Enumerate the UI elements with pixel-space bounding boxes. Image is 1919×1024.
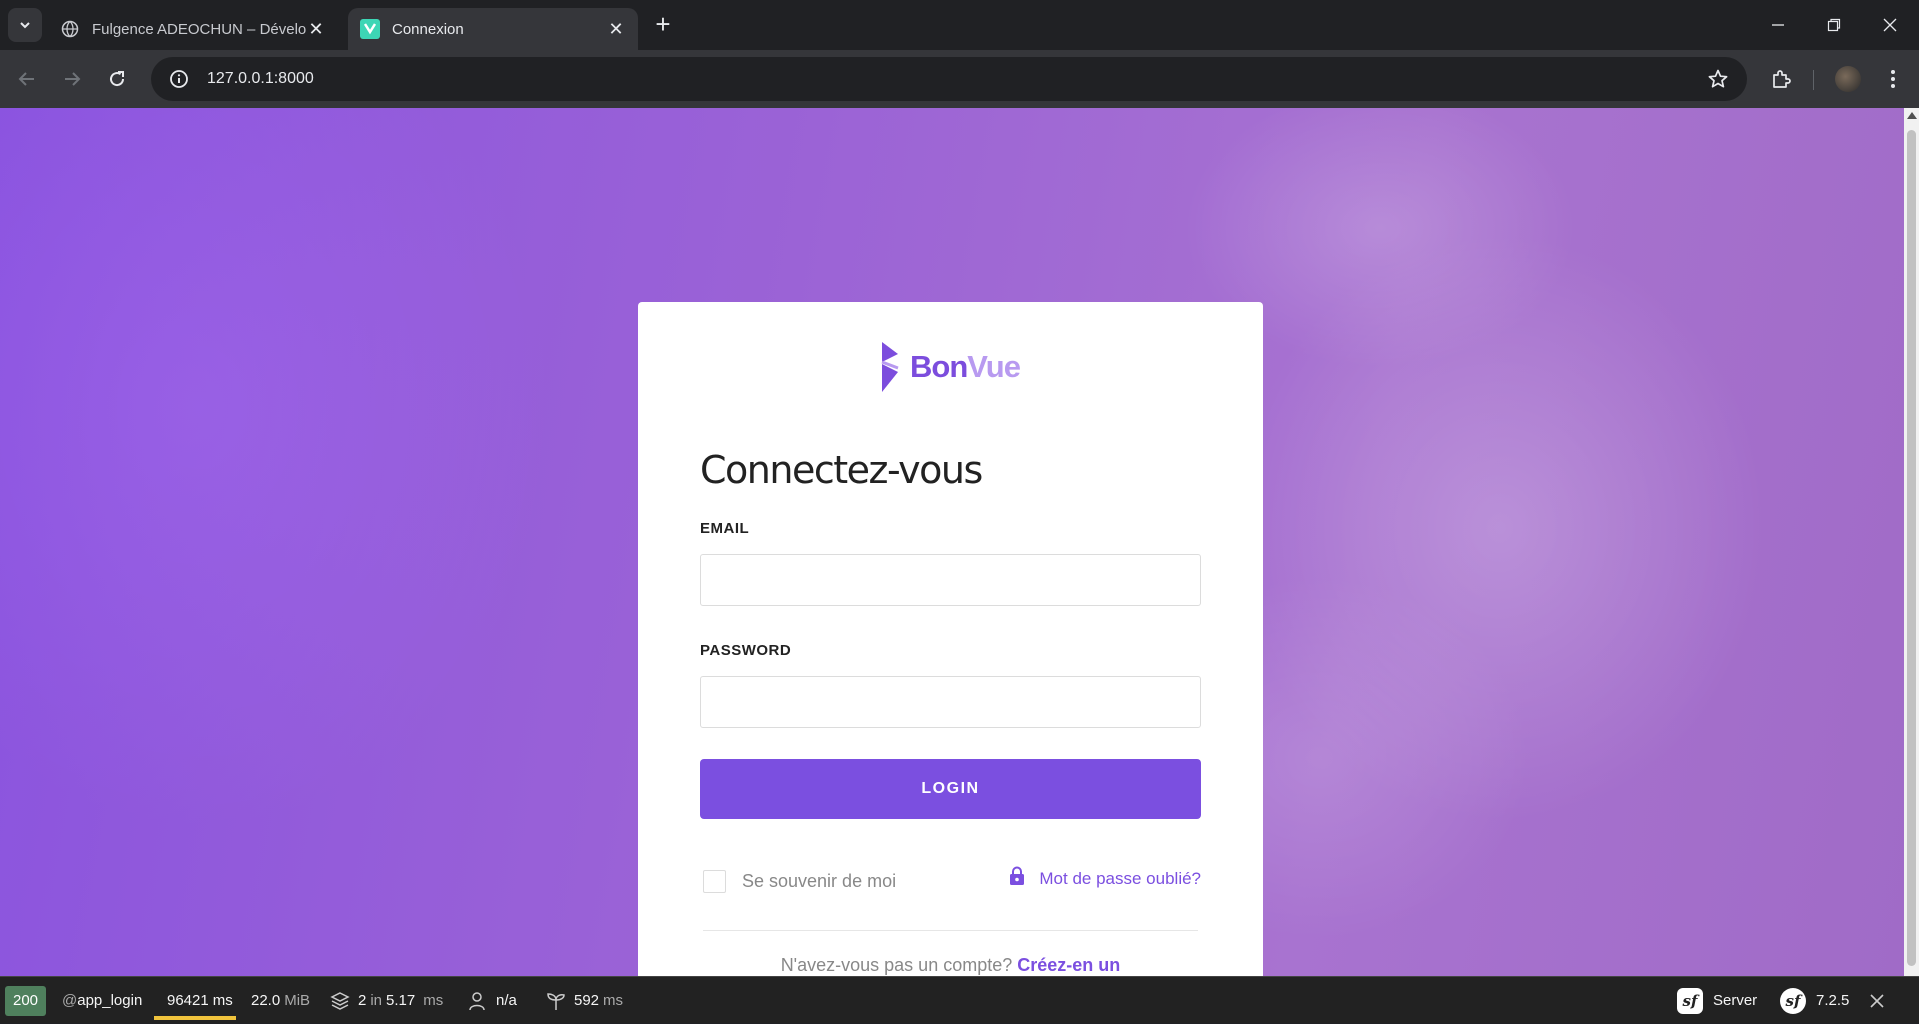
sprout-icon — [547, 992, 565, 1010]
server-label: Server — [1713, 992, 1758, 1009]
close-window-button[interactable] — [1862, 0, 1918, 50]
server-panel[interactable]: sf Server — [1677, 977, 1757, 1024]
user-icon — [469, 991, 485, 1010]
route-name: app_login — [77, 992, 143, 1009]
page-title: Connectez-vous — [700, 448, 983, 492]
close-tab-icon[interactable]: ✕ — [606, 19, 626, 39]
forgot-password-link[interactable]: Mot de passe oublié? — [1009, 866, 1201, 891]
signup-prompt-text: N'avez-vous pas un compte? — [780, 955, 1013, 975]
ajax-panel[interactable]: 592 ms — [546, 977, 623, 1024]
avatar — [1835, 66, 1861, 92]
divider — [703, 930, 1198, 931]
extensions-button[interactable] — [1765, 63, 1797, 95]
ajax-value: 592 — [574, 992, 600, 1009]
scrollbar-thumb[interactable] — [1907, 130, 1916, 966]
time-value: 96421 — [167, 992, 209, 1009]
reload-icon — [110, 71, 125, 87]
tab-strip: Fulgence ADEOCHUN – Dévelo ✕ Connexion ✕… — [0, 0, 1919, 50]
globe-icon — [60, 19, 80, 39]
forgot-password-text[interactable]: Mot de passe oublié? — [1039, 869, 1201, 889]
signup-link[interactable]: Créez-en un — [1017, 955, 1120, 975]
bonvue-favicon-icon — [360, 19, 380, 39]
page-background: BonVue Connectez-vous EMAIL PASSWORD LOG… — [0, 108, 1904, 976]
symfony-round-logo-icon: sf — [1780, 987, 1806, 1014]
password-label: PASSWORD — [700, 642, 792, 659]
new-tab-button[interactable]: + — [650, 11, 676, 38]
symfony-version: 7.2.5 — [1816, 992, 1850, 1009]
tab-title: Fulgence ADEOCHUN – Dévelo — [92, 20, 306, 38]
toolbar-separator — [1813, 70, 1814, 90]
tab-search-button[interactable] — [8, 8, 42, 42]
page-scrollbar[interactable] — [1904, 108, 1919, 976]
address-bar[interactable]: 127.0.0.1:8000 — [151, 57, 1747, 101]
twig-in: in — [370, 992, 383, 1009]
remember-me-checkbox[interactable] — [703, 870, 726, 893]
arrow-left-icon — [18, 72, 34, 86]
time-indicator-bar — [154, 1016, 236, 1020]
back-button[interactable] — [11, 63, 43, 95]
scroll-up-arrow-icon[interactable] — [1907, 112, 1917, 119]
forward-button[interactable] — [56, 63, 88, 95]
reload-button[interactable] — [101, 63, 133, 95]
login-button[interactable]: LOGIN — [700, 759, 1201, 819]
status-panel[interactable]: 200 — [5, 977, 47, 1024]
tab-connexion[interactable]: Connexion ✕ — [348, 8, 638, 50]
user-value: n/a — [496, 992, 517, 1009]
chevron-down-icon — [20, 22, 30, 29]
ajax-unit: ms — [603, 992, 624, 1009]
symfony-version-panel[interactable]: sf 7.2.5 — [1780, 977, 1849, 1024]
browser-menu-button[interactable] — [1877, 63, 1909, 95]
memory-value: 22.0 — [251, 992, 281, 1009]
restore-icon — [1827, 18, 1841, 32]
more-vertical-icon — [1891, 70, 1895, 88]
close-tab-icon[interactable]: ✕ — [306, 19, 326, 39]
twig-count: 2 — [358, 992, 367, 1009]
email-label: EMAIL — [700, 520, 750, 537]
route-panel[interactable]: @ app_login — [62, 977, 142, 1024]
lock-icon — [1009, 866, 1025, 891]
bookmark-star-icon[interactable] — [1707, 68, 1729, 95]
time-unit: ms — [212, 992, 233, 1009]
symfony-debug-toolbar: 200 @ app_login 96421 ms 22.0 MiB 2 in 5.17 ms… — [0, 976, 1919, 1023]
twig-time: 5.17 — [386, 992, 416, 1009]
password-field[interactable] — [700, 676, 1201, 728]
site-info-icon[interactable] — [159, 69, 199, 89]
close-icon — [1870, 993, 1884, 1008]
remember-me-control[interactable]: Se souvenir de moi — [703, 870, 896, 893]
security-panel[interactable]: n/a — [468, 977, 517, 1024]
layers-icon — [330, 991, 350, 1010]
login-card: BonVue Connectez-vous EMAIL PASSWORD LOG… — [638, 302, 1263, 976]
tab-title: Connexion — [392, 20, 464, 38]
bonvue-logo-icon — [881, 342, 899, 392]
close-icon — [1883, 18, 1897, 32]
email-field[interactable] — [700, 554, 1201, 606]
twig-panel[interactable]: 2 in 5.17 ms — [330, 977, 443, 1024]
status-badge: 200 — [5, 985, 47, 1016]
browser-toolbar: 127.0.0.1:8000 — [0, 50, 1919, 108]
symfony-logo-icon: sf — [1677, 987, 1703, 1014]
memory-unit: MiB — [284, 992, 311, 1009]
route-prefix: @ — [62, 992, 78, 1009]
minimize-icon — [1772, 24, 1784, 26]
minimize-button[interactable] — [1750, 0, 1806, 50]
brand-logo: BonVue — [878, 340, 1021, 394]
brand-name: BonVue — [910, 349, 1021, 384]
profile-avatar-button[interactable] — [1832, 63, 1864, 95]
arrow-right-icon — [65, 72, 81, 86]
puzzle-icon — [1773, 70, 1791, 88]
hide-toolbar-button[interactable] — [1870, 977, 1884, 1024]
signup-prompt: N'avez-vous pas un compte? Créez-en un — [638, 955, 1263, 976]
remember-me-label[interactable]: Se souvenir de moi — [742, 871, 896, 892]
twig-unit: ms — [423, 992, 444, 1009]
restore-button[interactable] — [1806, 0, 1862, 50]
memory-panel[interactable]: 22.0 MiB — [251, 977, 310, 1024]
url-text: 127.0.0.1:8000 — [207, 70, 314, 87]
tab-portfolio[interactable]: Fulgence ADEOCHUN – Dévelo ✕ — [48, 8, 338, 50]
